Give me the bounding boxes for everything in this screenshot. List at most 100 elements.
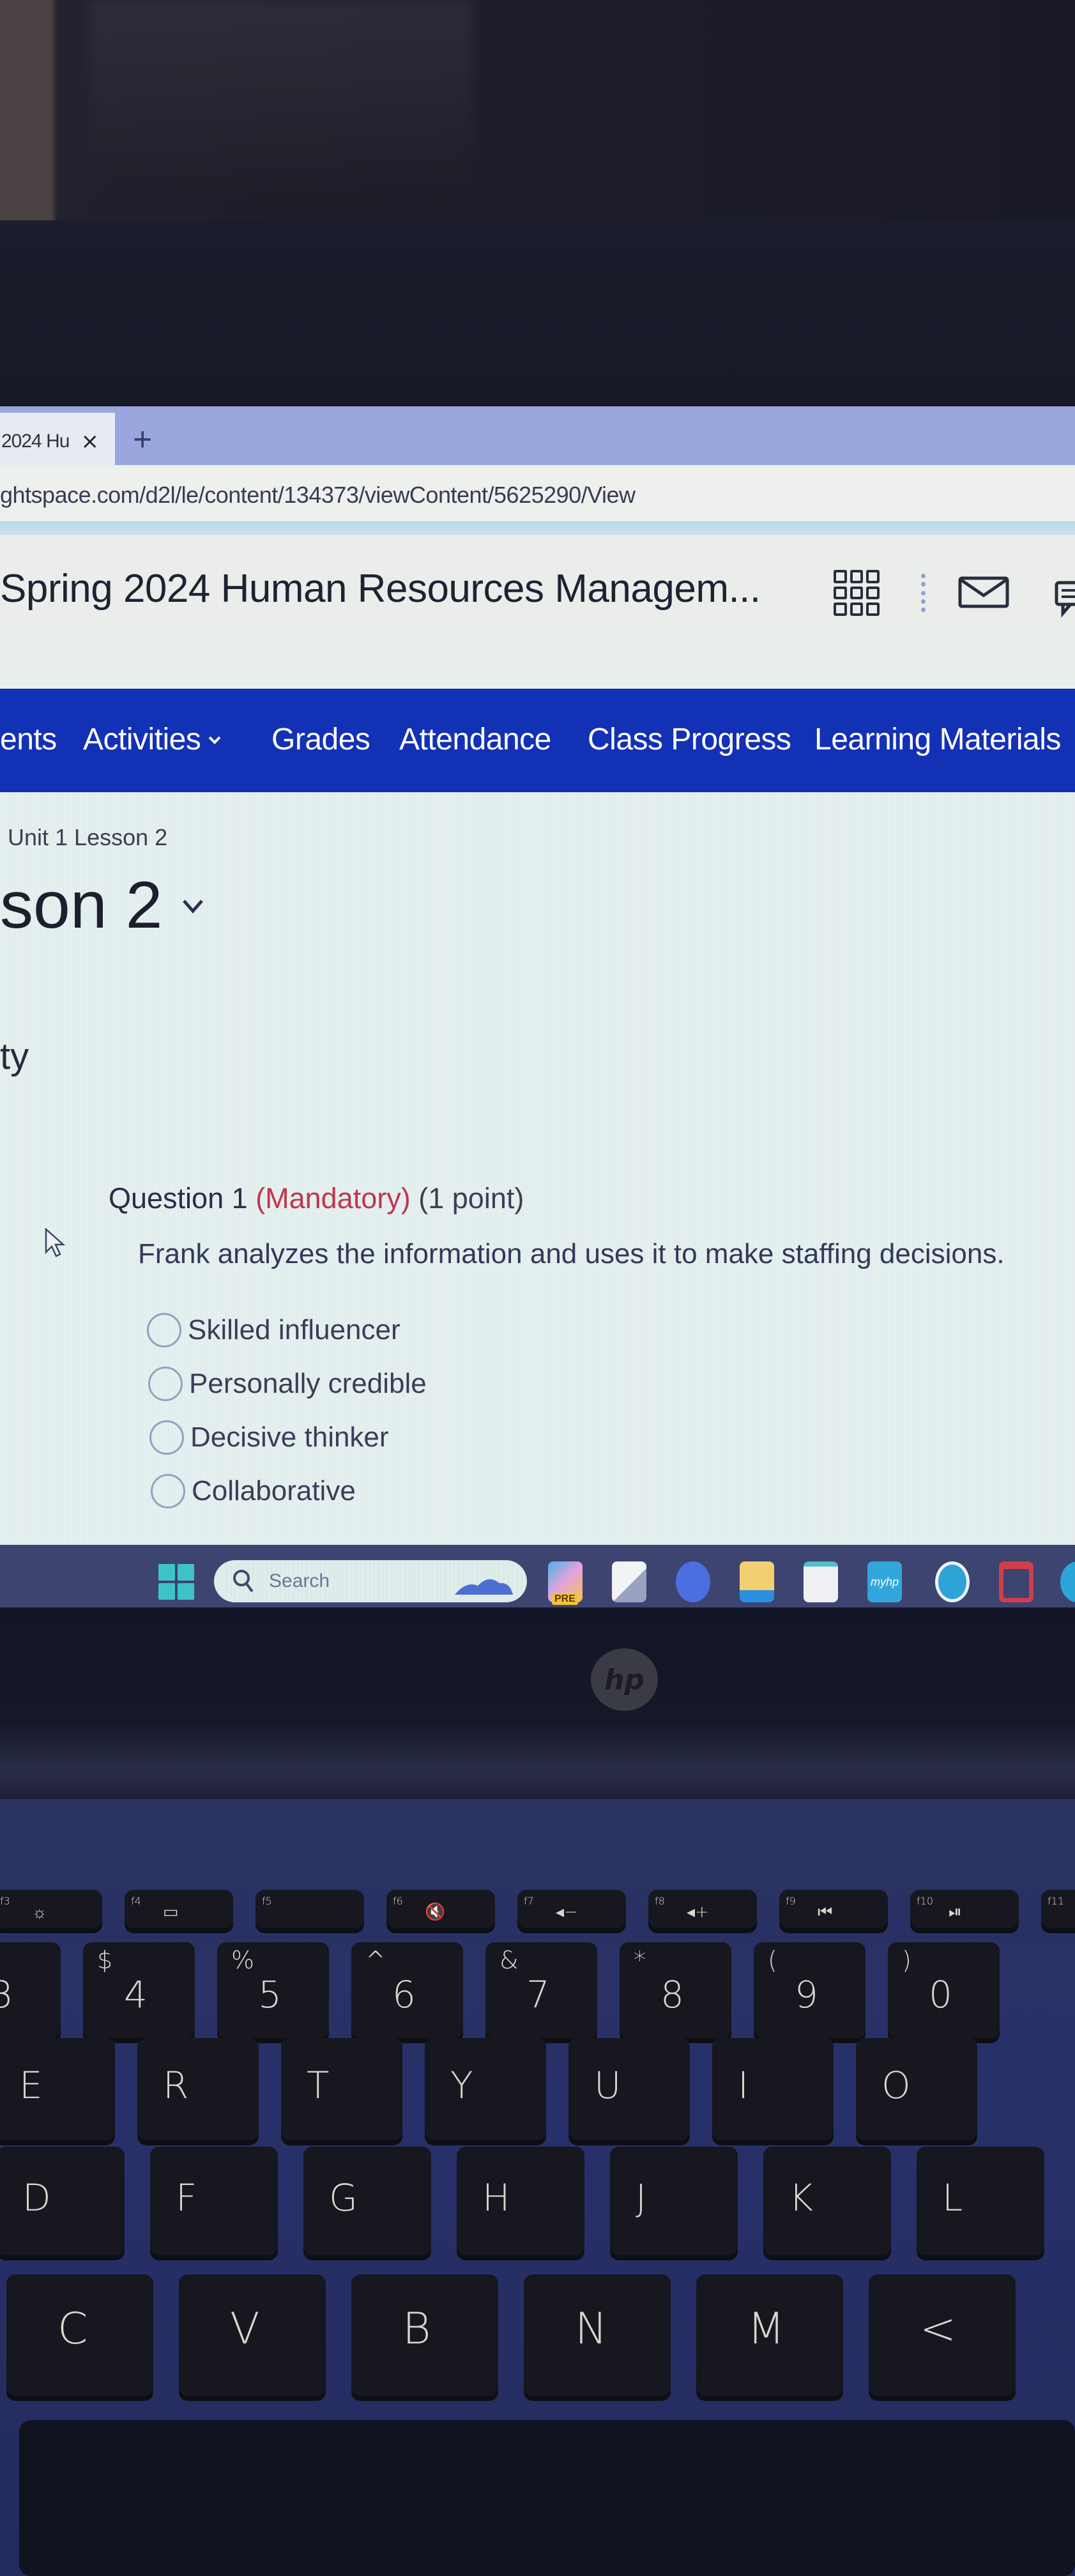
key-0[interactable]: ) 0 [888, 1942, 1000, 2038]
key-t[interactable]: T [281, 2038, 402, 2140]
key-8[interactable]: * 8 [620, 1942, 731, 2038]
key-f7[interactable]: f7 ◂− [517, 1890, 626, 1928]
key-6[interactable]: ^ 6 [351, 1942, 463, 2038]
chevron-down-icon [208, 736, 221, 744]
key-label: O [881, 2064, 911, 2107]
close-tab-icon[interactable]: × [80, 429, 99, 454]
key-label: U [594, 2064, 621, 2107]
key-m[interactable]: M [696, 2274, 843, 2396]
key-4[interactable]: $4 [83, 1942, 195, 2038]
key-shift-label: $ [97, 1946, 113, 1974]
course-title[interactable]: Spring 2024 Human Resources Managem... [0, 566, 761, 611]
key-shift-label: % [231, 1946, 255, 1974]
browser-tab-active[interactable]: 2024 Hu × [0, 413, 115, 470]
key-c[interactable]: C [6, 2274, 153, 2396]
spacebar-key[interactable] [19, 2420, 1075, 2576]
key-3[interactable]: 3 [0, 1942, 61, 2038]
microsoft-store-icon[interactable] [804, 1561, 838, 1602]
key-f8[interactable]: f8 ◂+ [648, 1890, 757, 1928]
nav-item-class-progress[interactable]: Class Progress [588, 722, 791, 757]
windows-taskbar: Search PRE myhp [0, 1545, 1075, 1607]
key-g[interactable]: G [303, 2147, 431, 2255]
radio-button[interactable] [148, 1367, 183, 1401]
key-u[interactable]: U [568, 2038, 690, 2140]
key-f10[interactable]: f10 ⏯ [910, 1890, 1019, 1928]
key-k[interactable]: K [763, 2147, 891, 2255]
mail-icon[interactable] [958, 576, 1009, 608]
address-bar[interactable]: ghtspace.com/d2l/le/content/134373/viewC… [0, 465, 1075, 523]
key-5[interactable]: % 5 [217, 1942, 329, 2038]
key-v[interactable]: V [179, 2274, 326, 2396]
nav-item-learning-materials[interactable]: Learning Materials [814, 722, 1061, 757]
key-f9[interactable]: f9 ⏮ [779, 1890, 888, 1928]
nav-item-grades[interactable]: Grades [271, 722, 370, 757]
fn-label: f3 [0, 1895, 10, 1907]
key-label: E [19, 2064, 43, 2107]
key-9[interactable]: (9 [754, 1942, 865, 2038]
nav-item-contents[interactable]: ents [0, 722, 57, 757]
waffle-grid-icon[interactable] [834, 570, 880, 616]
key-shift-label: & [499, 1946, 519, 1974]
key-n[interactable]: N [524, 2274, 671, 2396]
url-text[interactable]: ghtspace.com/d2l/le/content/134373/viewC… [0, 482, 636, 509]
key-label: J [636, 2176, 647, 2220]
answer-option[interactable]: Personally credible [148, 1357, 427, 1411]
key-label: 7 [526, 1973, 550, 2016]
key-f4[interactable]: f4 ▭ [125, 1890, 233, 1928]
key-d[interactable]: D [0, 2147, 125, 2255]
option-label[interactable]: Skilled influencer [188, 1314, 400, 1346]
answer-option[interactable]: Decisive thinker [149, 1411, 427, 1464]
option-label[interactable]: Decisive thinker [190, 1422, 389, 1453]
fn-label: f5 [262, 1895, 272, 1907]
key-r[interactable]: R [137, 2038, 259, 2140]
taskbar-search[interactable]: Search [214, 1560, 527, 1602]
key-y[interactable]: Y [425, 2038, 546, 2140]
key-h[interactable]: H [457, 2147, 584, 2255]
nav-label: ents [0, 723, 57, 756]
option-label[interactable]: Personally credible [189, 1368, 427, 1400]
edge-icon[interactable] [1060, 1561, 1075, 1602]
option-label[interactable]: Collaborative [192, 1475, 356, 1507]
windows-start-icon[interactable] [158, 1564, 194, 1600]
radio-button[interactable] [147, 1313, 181, 1347]
copilot-icon[interactable]: PRE [548, 1561, 583, 1605]
breadcrumb[interactable]: Unit 1 Lesson 2 [8, 824, 167, 851]
key-label: B [402, 2304, 431, 2354]
key-j[interactable]: J [610, 2147, 738, 2255]
key-comma[interactable]: < [869, 2274, 1016, 2396]
nav-item-activities[interactable]: Activities [83, 722, 222, 757]
key-f5[interactable]: f5 [255, 1890, 364, 1928]
key-l[interactable]: L [917, 2147, 1044, 2255]
key-f[interactable]: F [150, 2147, 278, 2255]
answer-option[interactable]: Collaborative [151, 1464, 427, 1518]
new-tab-icon[interactable]: + [133, 420, 152, 459]
radio-button[interactable] [149, 1420, 184, 1455]
nav-item-attendance[interactable]: Attendance [399, 722, 551, 757]
key-f3[interactable]: f3 ☼ [0, 1890, 102, 1928]
key-7[interactable]: & 7 [485, 1942, 597, 2038]
key-f11[interactable]: f11 [1041, 1890, 1075, 1928]
fn-icon: ◂+ [687, 1903, 709, 1922]
key-o[interactable]: O [856, 2038, 977, 2140]
key-e[interactable]: E [0, 2038, 115, 2140]
key-label: G [329, 2176, 358, 2220]
question-text: Frank analyzes the information and uses … [138, 1238, 1005, 1269]
task-view-icon[interactable] [612, 1561, 646, 1602]
key-i[interactable]: I [712, 2038, 834, 2140]
chevron-down-icon[interactable] [181, 898, 204, 914]
radio-button[interactable] [151, 1474, 185, 1508]
myhp-icon[interactable]: myhp [867, 1561, 902, 1602]
key-label: V [230, 2304, 260, 2354]
lesson-title[interactable]: son 2 [0, 868, 204, 944]
key-label: 5 [258, 1973, 282, 2016]
zoom-meetings-icon[interactable] [676, 1561, 710, 1602]
mcafee-icon[interactable] [999, 1561, 1033, 1602]
answer-option[interactable]: Skilled influencer [147, 1303, 427, 1357]
key-b[interactable]: B [351, 2274, 498, 2396]
help-icon[interactable] [935, 1561, 970, 1602]
key-f6[interactable]: f6 🔇 [386, 1890, 495, 1928]
file-explorer-icon[interactable] [740, 1561, 774, 1602]
key-label: 8 [660, 1973, 684, 2016]
chat-icon[interactable] [1054, 569, 1075, 620]
nav-label: Activities [83, 723, 201, 756]
